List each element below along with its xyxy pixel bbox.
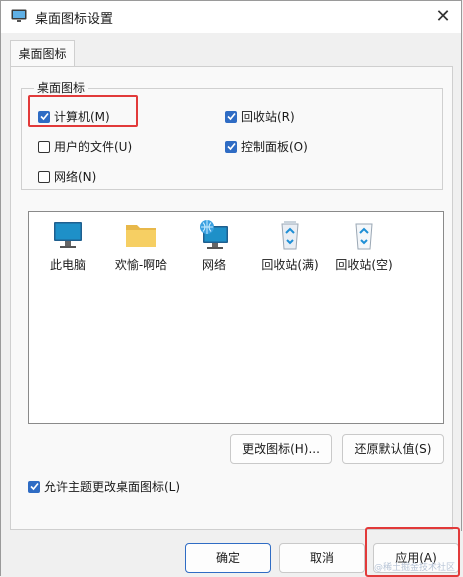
network-icon (197, 218, 231, 252)
icon-item-recycle-full[interactable]: 回收站(满) (255, 218, 325, 273)
dialog-window: 桌面图标设置 ✕ 桌面图标 桌面图标 计算机(M) 回收站(R) 用户的文件(U… (0, 0, 463, 577)
watermark: @稀土掘金技术社区 (373, 563, 455, 573)
icon-label: 回收站(满) (261, 258, 319, 272)
checkbox-box[interactable] (225, 110, 237, 123)
icon-item-recycle-empty[interactable]: 回收站(空) (329, 218, 399, 273)
icon-label: 回收站(空) (335, 258, 393, 272)
checkbox-recycle-bin[interactable]: 回收站(R) (225, 108, 295, 125)
cancel-button[interactable]: 取消 (279, 543, 365, 573)
checkbox-box[interactable] (28, 480, 40, 493)
group-title: 桌面图标 (34, 79, 89, 96)
folder-icon (124, 218, 158, 252)
ok-button[interactable]: 确定 (185, 543, 271, 573)
checkbox-label: 回收站(R) (241, 110, 295, 124)
checkbox-box[interactable] (38, 170, 50, 183)
icon-label: 欢愉-啊哈 (114, 258, 168, 272)
monitor-icon (51, 218, 85, 252)
restore-default-button[interactable]: 还原默认值(S) (342, 434, 444, 464)
checkbox-label: 用户的文件(U) (54, 140, 133, 154)
checkbox-user-files[interactable]: 用户的文件(U) (38, 138, 132, 155)
tab-desktop-icons[interactable]: 桌面图标 (10, 40, 75, 67)
icon-label: 网络 (201, 258, 226, 272)
checkbox-label: 网络(N) (54, 170, 97, 184)
recycle-bin-full-icon (273, 218, 307, 252)
icon-item-user-folder[interactable]: 欢愉-啊哈 (106, 218, 176, 273)
checkbox-label: 允许主题更改桌面图标(L) (44, 480, 181, 494)
icon-item-network[interactable]: 网络 (179, 218, 249, 273)
icon-list-view[interactable]: 此电脑 欢愉-啊哈 网络 回收站(满) 回收站(空) (28, 211, 444, 424)
close-icon[interactable]: ✕ (429, 3, 457, 31)
icon-label: 此电脑 (49, 258, 86, 272)
desktop-settings-icon (11, 9, 27, 23)
checkbox-allow-theme[interactable]: 允许主题更改桌面图标(L) (28, 478, 180, 495)
checkbox-label: 控制面板(O) (241, 140, 308, 154)
title-bar[interactable]: 桌面图标设置 ✕ (1, 1, 461, 33)
window-title: 桌面图标设置 (35, 12, 114, 27)
checkbox-box[interactable] (225, 140, 237, 153)
icon-item-this-pc[interactable]: 此电脑 (33, 218, 103, 273)
highlight-box (28, 95, 138, 127)
recycle-bin-empty-icon (347, 218, 381, 252)
checkbox-box[interactable] (38, 140, 50, 153)
checkbox-control-panel[interactable]: 控制面板(O) (225, 138, 308, 155)
change-icon-button[interactable]: 更改图标(H)... (230, 434, 332, 464)
checkbox-network[interactable]: 网络(N) (38, 168, 96, 185)
